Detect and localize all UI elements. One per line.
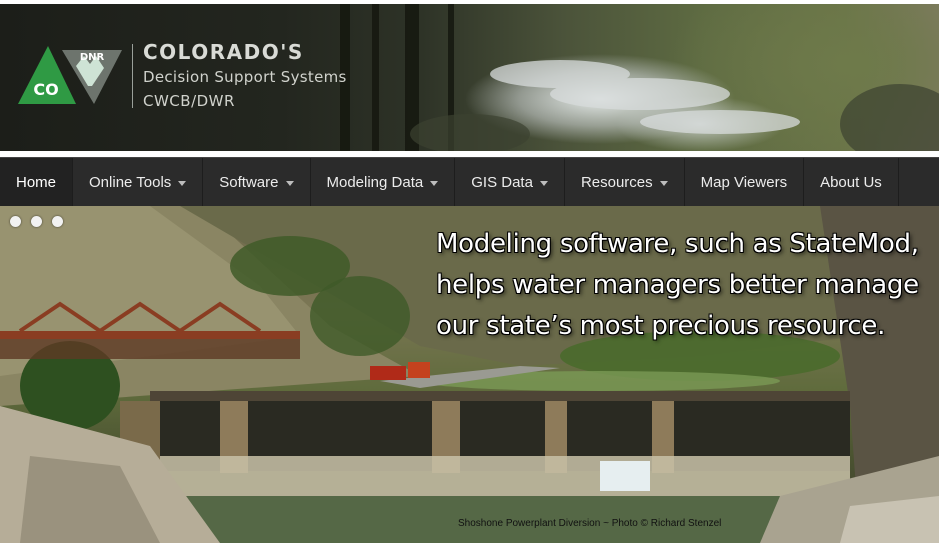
nav-item-software[interactable]: Software xyxy=(203,158,311,206)
nav-item-about-us[interactable]: About Us xyxy=(804,158,899,206)
dnr-text: DNR xyxy=(80,52,105,63)
nav-item-label: GIS Data xyxy=(471,173,533,191)
co-text: CO xyxy=(33,80,58,99)
hero-caption-line: Modeling software, such as StateMod, xyxy=(436,229,919,259)
nav-item-gis-data[interactable]: GIS Data xyxy=(455,158,565,206)
main-nav: Home Online Tools Software Modeling Data… xyxy=(0,157,939,206)
slider-dot-3[interactable] xyxy=(52,216,63,227)
nav-item-label: Software xyxy=(219,173,279,191)
nav-item-label: About Us xyxy=(820,173,882,191)
header-banner: DNR CO COLORADO'S Decision Support Syste… xyxy=(0,4,939,151)
caret-down-icon xyxy=(539,180,548,186)
slider-dots xyxy=(10,216,63,227)
nav-item-label: Home xyxy=(16,173,57,191)
hero-caption: Modeling software, such as StateMod, hel… xyxy=(436,224,936,347)
hero-slider: Modeling software, such as StateMod, hel… xyxy=(0,206,939,543)
hero-caption-line: our state’s most precious resource. xyxy=(436,311,886,341)
photo-credit: Shoshone Powerplant Diversion ~ Photo © … xyxy=(458,518,722,529)
hero-caption-line: helps water managers better manage xyxy=(436,270,919,300)
caret-down-icon xyxy=(285,180,294,186)
banner-forest-background xyxy=(340,4,939,151)
nav-item-online-tools[interactable]: Online Tools xyxy=(73,158,204,206)
slider-dot-2[interactable] xyxy=(31,216,42,227)
caret-down-icon xyxy=(178,180,187,186)
nav-item-label: Online Tools xyxy=(89,173,172,191)
site-subtitle: Decision Support Systems xyxy=(143,68,347,86)
nav-item-label: Modeling Data xyxy=(326,173,424,191)
site-title: COLORADO'S xyxy=(143,40,304,64)
nav-item-label: Map Viewers xyxy=(700,173,788,191)
nav-item-modeling-data[interactable]: Modeling Data xyxy=(311,158,456,206)
nav-item-home[interactable]: Home xyxy=(0,158,74,206)
nav-item-map-viewers[interactable]: Map Viewers xyxy=(685,158,805,206)
nav-item-resources[interactable]: Resources xyxy=(565,158,685,206)
site-org: CWCB/DWR xyxy=(143,92,235,110)
caret-down-icon xyxy=(430,180,439,186)
slider-dot-1[interactable] xyxy=(10,216,21,227)
caret-down-icon xyxy=(659,180,668,186)
nav-item-label: Resources xyxy=(580,173,653,191)
co-dnr-logo[interactable]: DNR CO xyxy=(18,46,126,106)
brand-divider xyxy=(132,44,133,108)
